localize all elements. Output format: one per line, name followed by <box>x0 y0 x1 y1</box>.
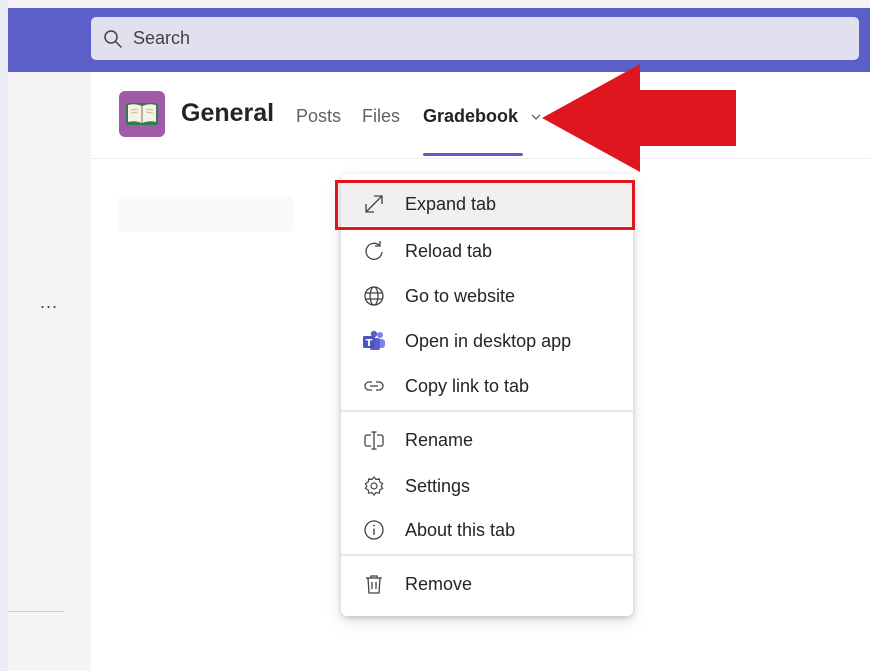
menu-item-copy-link[interactable]: Copy link to tab <box>341 364 633 408</box>
menu-item-about-this-tab[interactable]: About this tab <box>341 508 633 552</box>
menu-item-open-in-desktop-app[interactable]: T Open in desktop app <box>341 319 633 363</box>
annotation-arrow-icon <box>542 64 736 172</box>
menu-item-reload-tab[interactable]: Reload tab <box>341 229 633 273</box>
search-icon <box>104 29 122 48</box>
app-rail-edge <box>0 0 8 671</box>
tab-options-menu: Expand tab Reload tab Go to website T Op… <box>341 174 633 616</box>
menu-item-rename[interactable]: Rename <box>341 418 633 462</box>
tab-posts[interactable]: Posts <box>296 106 341 127</box>
channel-book-icon <box>119 91 165 137</box>
menu-item-label: Rename <box>405 429 474 450</box>
channel-title: General <box>181 99 275 127</box>
menu-item-remove[interactable]: Remove <box>341 562 633 606</box>
menu-item-label: Copy link to tab <box>405 375 530 396</box>
tab-gradebook[interactable]: Gradebook <box>423 106 518 127</box>
rename-icon <box>362 428 386 452</box>
globe-icon <box>362 284 386 308</box>
menu-item-settings[interactable]: Settings <box>341 464 633 508</box>
reload-icon <box>362 239 386 263</box>
menu-item-label: Settings <box>405 475 471 496</box>
menu-item-label: Open in desktop app <box>405 330 572 351</box>
divider <box>8 611 64 612</box>
menu-item-go-to-website[interactable]: Go to website <box>341 274 633 318</box>
menu-item-label: About this tab <box>405 519 516 540</box>
trash-icon <box>362 572 386 596</box>
link-icon <box>362 374 386 398</box>
menu-item-label: Go to website <box>405 285 516 306</box>
more-options-button[interactable]: ... <box>40 292 58 313</box>
menu-item-label: Reload tab <box>405 240 493 261</box>
content-placeholder <box>118 196 293 232</box>
info-icon <box>362 518 386 542</box>
teams-window: ... General Posts Files Gradebook <box>0 0 870 671</box>
menu-divider <box>341 410 633 412</box>
search-box[interactable] <box>91 17 859 60</box>
menu-divider <box>341 554 633 556</box>
menu-item-label: Remove <box>405 573 473 594</box>
teams-icon: T <box>362 329 386 353</box>
gear-icon <box>362 474 386 498</box>
search-input[interactable] <box>131 27 735 50</box>
active-tab-indicator <box>423 153 523 156</box>
left-panel <box>0 0 91 671</box>
tab-files[interactable]: Files <box>362 106 400 127</box>
svg-text:T: T <box>366 338 373 349</box>
annotation-highlight-box <box>335 180 635 230</box>
